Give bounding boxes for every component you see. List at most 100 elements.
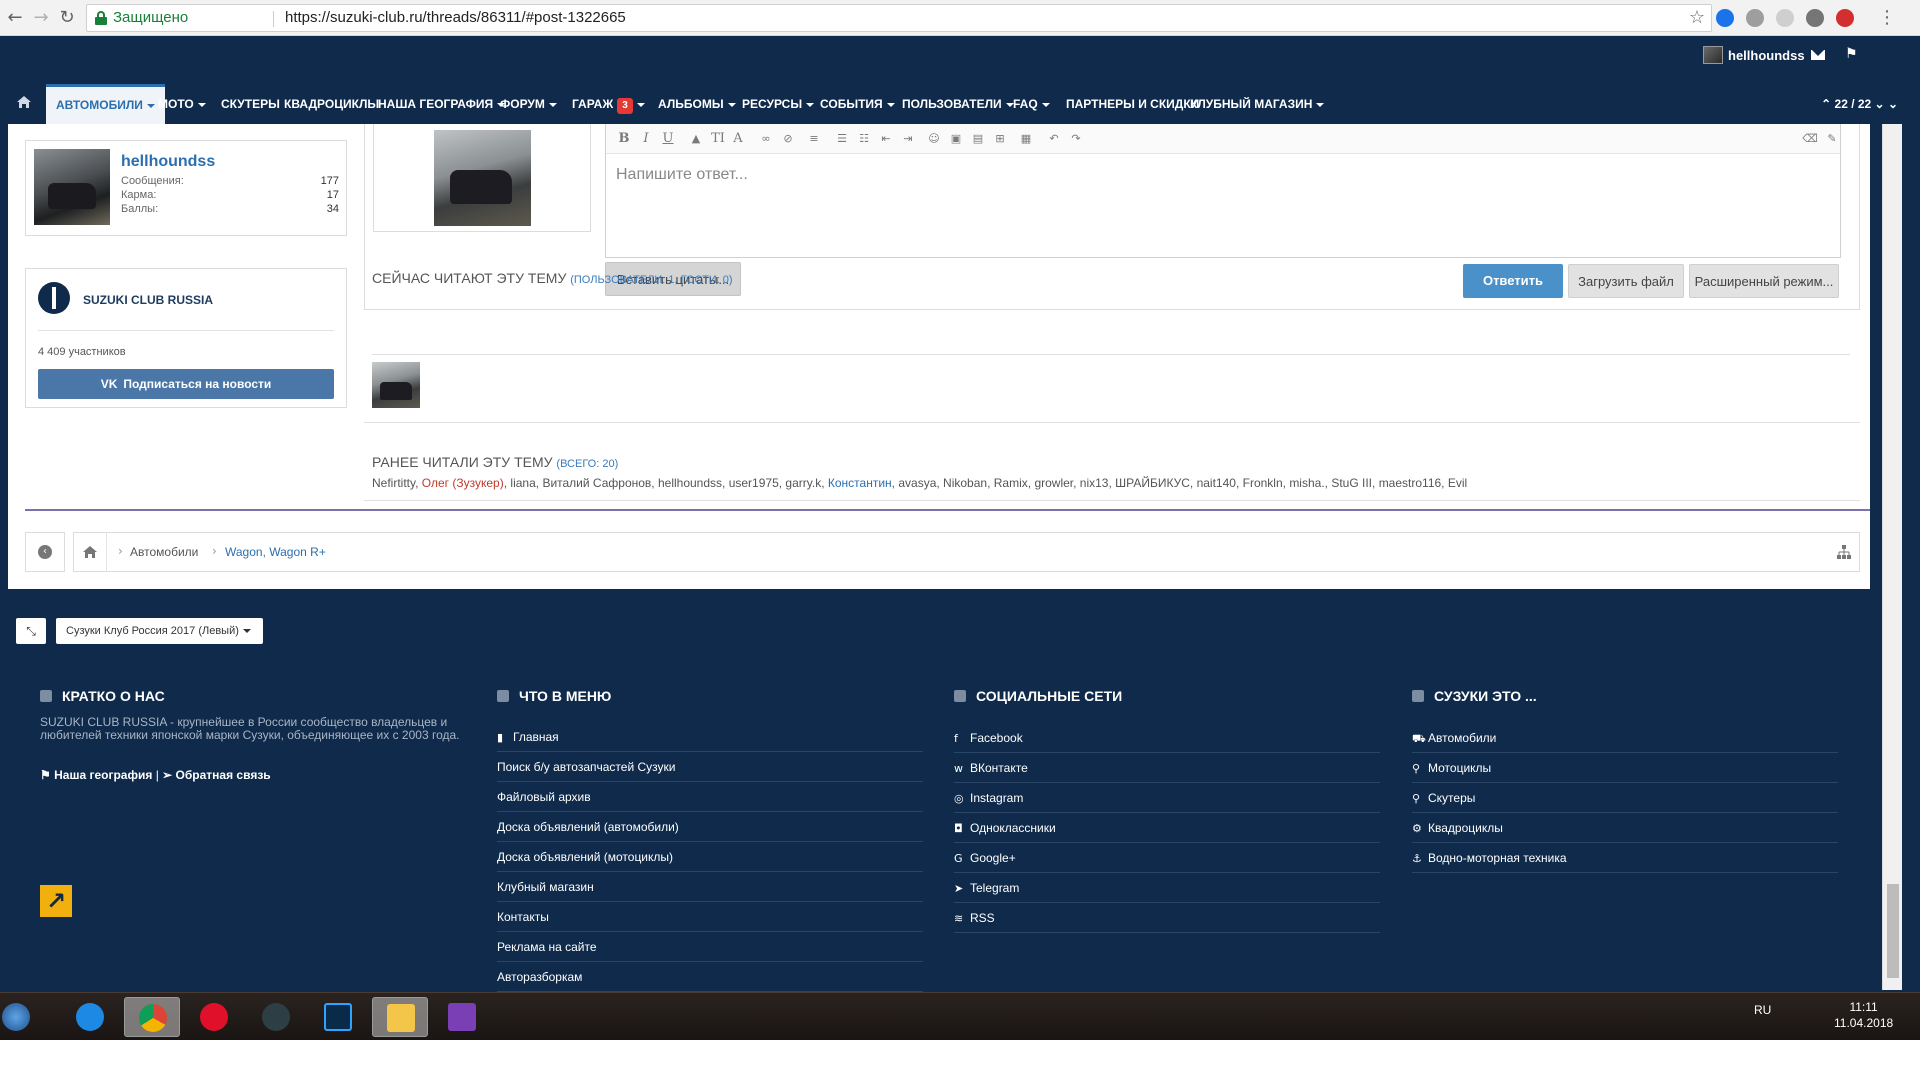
reload-icon[interactable]: ↻ — [56, 7, 78, 29]
reader-link[interactable]: StuG III — [1331, 476, 1372, 490]
remove-format-icon[interactable]: ⌫ — [1802, 131, 1818, 147]
undo-icon[interactable]: ↶ — [1046, 131, 1062, 147]
address-bar[interactable]: Защищено https://suzuki-club.ru/threads/… — [86, 4, 1712, 32]
footer-link[interactable]: ⚲ Мотоциклы — [1412, 753, 1838, 783]
club-logo[interactable] — [38, 282, 70, 314]
nav-item[interactable]: ПАРТНЕРЫ И СКИДКИ — [1066, 84, 1199, 124]
footer-link[interactable]: ◘ Одноклассники — [954, 813, 1380, 843]
system-clock[interactable]: 11:11 11.04.2018 — [1834, 999, 1893, 1031]
reader-link[interactable]: garry.k — [785, 476, 821, 490]
italic-icon[interactable]: I — [638, 131, 654, 147]
footer-link[interactable]: ➤ Telegram — [954, 873, 1380, 903]
language-indicator[interactable]: RU — [1754, 1003, 1771, 1017]
reading-now-counts[interactable]: (ПОЛЬЗОВАТЕЛИ: 1, ГОСТИ: 0) — [570, 274, 732, 286]
internet-explorer-icon[interactable] — [62, 997, 118, 1037]
image-icon[interactable]: ▣ — [948, 131, 964, 147]
bullet-list-icon[interactable]: ☰ — [834, 131, 850, 147]
redo-icon[interactable]: ↷ — [1068, 131, 1084, 147]
collapse-width-icon[interactable]: ⤡ — [16, 618, 46, 644]
bookmark-star-icon[interactable]: ☆ — [1689, 5, 1705, 31]
nav-item[interactable]: FAQ — [1013, 84, 1050, 124]
forward-icon[interactable]: → — [30, 7, 52, 29]
footer-link[interactable]: ⚙ Квадроциклы — [1412, 813, 1838, 843]
photoshop-icon[interactable] — [310, 997, 366, 1037]
scrollbar-thumb[interactable] — [1887, 884, 1899, 978]
user-card-name[interactable]: hellhoundss — [121, 153, 215, 171]
nav-item[interactable]: СОБЫТИЯ — [820, 84, 895, 124]
reader-link[interactable]: Олег (Зузукер) — [422, 476, 504, 490]
style-chooser[interactable]: Сузуки Клуб Россия 2017 (Левый) — [56, 618, 263, 644]
advanced-mode-button[interactable]: Расширенный режим... — [1689, 264, 1839, 298]
reader-link[interactable]: growler — [1034, 476, 1073, 490]
link-icon[interactable]: ∞ — [758, 131, 774, 147]
footer-link[interactable]: ⛟ Автомобили — [1412, 723, 1838, 753]
account-username[interactable]: hellhoundss — [1728, 48, 1805, 63]
footer-link[interactable]: Файловый архив — [497, 782, 923, 812]
opera-icon[interactable] — [186, 997, 242, 1037]
vk-subscribe-button[interactable]: VK Подписаться на новости — [38, 369, 334, 399]
avatar[interactable] — [372, 362, 420, 408]
breadcrumb-item[interactable]: Автомобили — [130, 545, 198, 559]
font-icon[interactable]: A — [730, 131, 746, 147]
extension-icon[interactable] — [1776, 9, 1794, 27]
upload-file-button[interactable]: Загрузить файл — [1568, 264, 1684, 298]
bold-icon[interactable]: B — [616, 131, 632, 147]
avatar[interactable] — [1703, 46, 1723, 64]
font-size-icon[interactable]: TI — [710, 131, 726, 147]
reply-editor[interactable]: B I U ▲ TI A ∞ ⊘ ≡ ☰ ☷ ⇤ ⇥ ☺ ▣ ▤ ⊞ ▦ ↶ ↷ — [605, 124, 1841, 258]
nav-item[interactable]: РЕСУРСЫ — [742, 84, 815, 124]
footer-link[interactable]: w ВКонтакте — [954, 753, 1380, 783]
extension-icon[interactable] — [1806, 9, 1824, 27]
back-button[interactable]: ‹ — [25, 532, 65, 572]
footer-link[interactable]: ≋ RSS — [954, 903, 1380, 933]
home-icon[interactable] — [16, 94, 32, 110]
nav-item[interactable]: АЛЬБОМЫ — [658, 84, 736, 124]
reader-link[interactable]: liana — [510, 476, 535, 490]
wrench-icon[interactable]: ✎ — [1824, 131, 1840, 147]
reader-link[interactable]: Ramix — [994, 476, 1028, 490]
footer-link[interactable]: Доска объявлений (автомобили) — [497, 812, 923, 842]
media-icon[interactable]: ▤ — [970, 131, 986, 147]
underline-icon[interactable]: U — [660, 131, 676, 147]
envelope-icon[interactable] — [1811, 50, 1825, 60]
reader-link[interactable]: user1975 — [729, 476, 779, 490]
footer-link[interactable]: Реклама на сайте — [497, 932, 923, 962]
nox-icon[interactable] — [248, 997, 304, 1037]
nav-item[interactable]: МОТО — [158, 84, 206, 124]
extension-icon[interactable] — [1716, 9, 1734, 27]
extension-icon[interactable] — [1746, 9, 1764, 27]
reader-link[interactable]: Nefirtitty — [372, 476, 415, 490]
reader-link[interactable]: maestro116 — [1379, 476, 1441, 490]
reader-link[interactable]: Константин — [828, 476, 892, 490]
footer-link[interactable]: Контакты — [497, 902, 923, 932]
footer-link[interactable]: ⚲ Скутеры — [1412, 783, 1838, 813]
reader-link[interactable]: avasya — [898, 476, 936, 490]
geography-link[interactable]: Наша география — [54, 768, 152, 782]
nav-item[interactable]: ПОЛЬЗОВАТЕЛИ — [902, 84, 1014, 124]
breadcrumb-item[interactable]: Wagon, Wagon R+ — [225, 545, 326, 559]
nav-item[interactable]: КЛУБНЫЙ МАГАЗИН — [1190, 84, 1325, 124]
footer-link[interactable]: Доска объявлений (мотоциклы) — [497, 842, 923, 872]
footer-link[interactable]: G Google+ — [954, 843, 1380, 873]
nav-item[interactable]: ФОРУМ — [500, 84, 557, 124]
url-text[interactable]: https://suzuki-club.ru/threads/86311/#po… — [285, 5, 626, 31]
footer-link[interactable]: Клубный магазин — [497, 872, 923, 902]
smiley-icon[interactable]: ☺ — [926, 131, 942, 147]
start-button[interactable] — [0, 997, 36, 1037]
number-list-icon[interactable]: ☷ — [856, 131, 872, 147]
visual-studio-icon[interactable] — [434, 997, 490, 1037]
unlink-icon[interactable]: ⊘ — [780, 131, 796, 147]
nav-item[interactable]: КВАДРОЦИКЛЫ — [284, 84, 379, 124]
back-icon[interactable]: ← — [4, 7, 26, 29]
nav-item[interactable]: СКУТЕРЫ — [221, 84, 280, 124]
footer-link[interactable]: ▮ Главная — [497, 722, 923, 752]
external-arrow-icon[interactable]: ↗ — [40, 885, 72, 917]
reply-button[interactable]: Ответить — [1463, 264, 1563, 298]
footer-link[interactable]: ⚓ Водно-моторная техника — [1412, 843, 1838, 873]
reader-link[interactable]: misha. — [1289, 476, 1324, 490]
menu-dots-icon[interactable]: ⋮ — [1876, 7, 1898, 29]
reader-link[interactable]: Виталий Сафронов — [542, 476, 651, 490]
reader-link[interactable]: Evil — [1448, 476, 1467, 490]
reply-placeholder[interactable]: Напишите ответ... — [616, 166, 748, 184]
footer-link[interactable]: f Facebook — [954, 723, 1380, 753]
